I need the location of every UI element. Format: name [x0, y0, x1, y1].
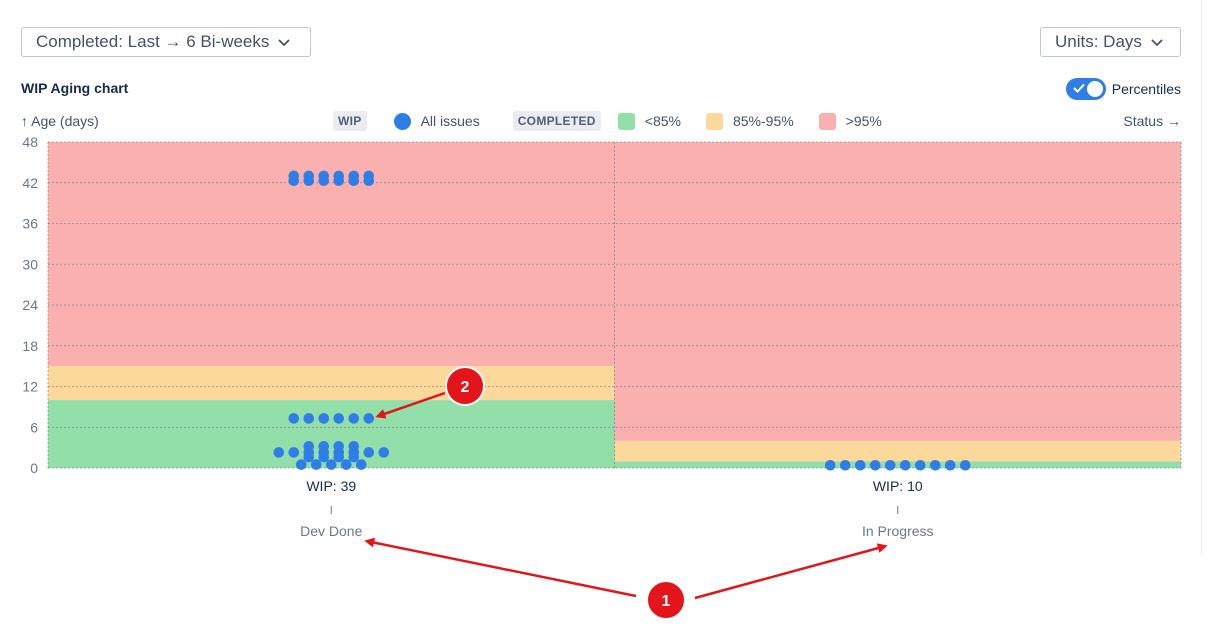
issue-dot — [929, 459, 941, 471]
y-tick-label: 0 — [30, 460, 38, 476]
issue-dot — [378, 447, 390, 458]
band-p85 — [48, 400, 615, 468]
band-p85-95 — [48, 366, 615, 401]
issue-dot — [333, 413, 345, 424]
issue-dot — [325, 459, 337, 470]
issue-dot — [310, 459, 322, 470]
band-p85 — [614, 461, 1181, 468]
annotation-arrow — [694, 543, 888, 600]
issue-dot — [348, 413, 360, 424]
issue-dot — [899, 459, 911, 471]
issue-dot — [318, 175, 330, 187]
issue-dot — [944, 459, 956, 471]
issue-dot — [824, 459, 836, 471]
y-tick-label: 18 — [22, 338, 38, 354]
issue-dot — [333, 451, 345, 463]
issue-dot — [363, 413, 375, 424]
issue-dot — [288, 447, 300, 458]
issue-dot — [363, 175, 375, 187]
category-label: Dev Done — [300, 523, 362, 539]
y-tick-label: 24 — [22, 297, 38, 313]
issue-dot — [273, 447, 285, 458]
wip-count-label: WIP: 39 — [306, 478, 356, 494]
wip-count-label: WIP: 10 — [873, 478, 923, 494]
issue-dot — [303, 451, 315, 463]
annotation-badge-label: 1 — [662, 593, 671, 610]
issue-dot — [854, 459, 866, 471]
issue-dot — [303, 175, 315, 187]
issue-dot — [884, 459, 896, 471]
issue-dot — [303, 413, 315, 424]
category-label: In Progress — [862, 523, 934, 539]
y-tick-label: 42 — [22, 175, 38, 191]
y-tick-label: 48 — [22, 134, 38, 150]
issue-dot — [348, 175, 360, 187]
issue-dot — [340, 459, 352, 470]
y-tick-label: 30 — [22, 256, 38, 272]
issue-dot — [288, 175, 300, 187]
annotation-badge-label: 2 — [461, 379, 470, 396]
issue-dot — [839, 459, 851, 471]
issue-dot — [348, 451, 360, 463]
issue-dot — [914, 459, 926, 471]
issue-dot — [869, 459, 881, 471]
issue-dot — [959, 459, 971, 471]
band-p95 — [48, 142, 615, 367]
issue-dot — [318, 451, 330, 463]
issue-dot — [355, 459, 367, 470]
y-tick-label: 36 — [22, 216, 38, 232]
issue-dot — [363, 447, 375, 458]
annotation-arrow — [364, 537, 637, 598]
issue-dot — [318, 413, 330, 424]
issue-dot — [295, 459, 307, 470]
y-tick-label: 12 — [22, 379, 38, 395]
issue-dot — [288, 413, 300, 424]
band-p85-95 — [614, 440, 1181, 462]
issue-dot — [333, 175, 345, 187]
y-tick-label: 6 — [30, 419, 38, 435]
wip-aging-chart: 0612182430364248 WIP: 39Dev DoneWIP: 10I… — [22, 134, 1182, 620]
band-p95 — [614, 142, 1181, 441]
